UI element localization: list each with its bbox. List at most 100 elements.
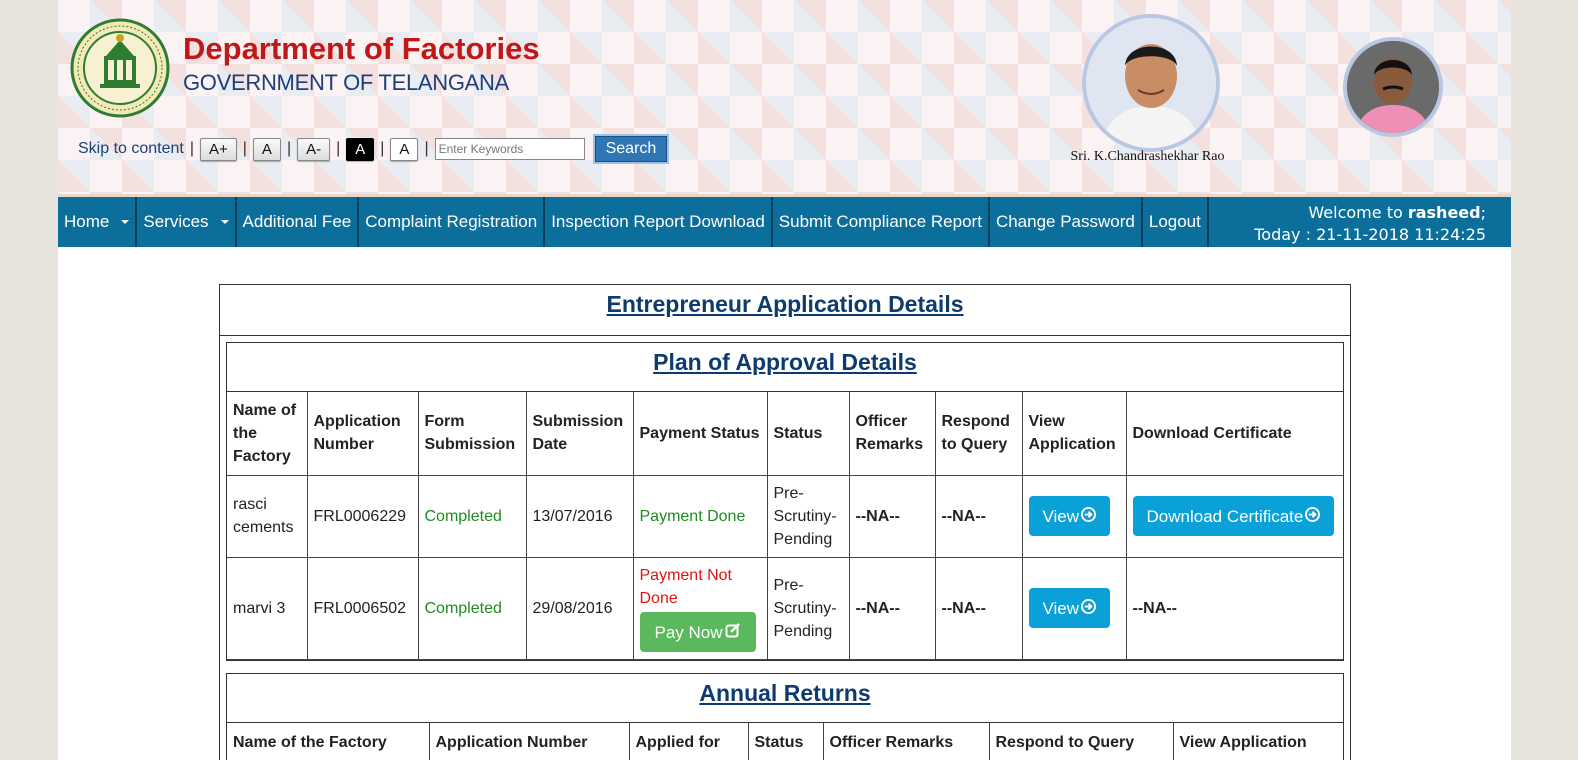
nav-logout[interactable]: Logout [1143, 197, 1209, 247]
nav-home[interactable]: Home [58, 197, 138, 247]
factory-name: marvi 3 [227, 556, 308, 660]
download-cell: Download Certificate [1125, 474, 1343, 558]
form-submission-status: Completed [417, 474, 527, 558]
font-increase-button[interactable]: A+ [200, 137, 237, 161]
separator: | [242, 140, 247, 157]
application-number: FRL0006502 [306, 556, 419, 660]
separator: | [380, 140, 385, 157]
table-row: rasci cements FRL0006229 Completed 13/07… [227, 474, 1343, 558]
nav-change-password[interactable]: Change Password [990, 197, 1143, 247]
nav-inspection-report-download[interactable]: Inspection Report Download [545, 197, 773, 247]
download-certificate-na: --NA-- [1125, 556, 1343, 660]
column-header: Submission Date [525, 392, 634, 476]
column-header: Respond to Query [988, 723, 1174, 760]
annual-returns-title: Annual Returns [227, 674, 1343, 723]
plan-of-approval-title: Plan of Approval Details [227, 343, 1343, 392]
form-submission-status: Completed [417, 556, 527, 660]
column-header: View Application [1021, 392, 1127, 476]
chevron-down-icon [121, 220, 130, 224]
payment-status: Payment Not Done [639, 567, 732, 607]
payment-status: Payment Done [632, 474, 768, 558]
site-header: Department of Factories GOVERNMENT OF TE… [58, 0, 1511, 197]
pay-now-label: Pay Now [654, 622, 723, 642]
nav-complaint-registration[interactable]: Complaint Registration [359, 197, 546, 247]
submission-date: 29/08/2016 [525, 556, 634, 660]
download-certificate-button[interactable]: Download Certificate [1132, 496, 1335, 536]
separator: | [286, 140, 292, 157]
column-header: View Application [1172, 723, 1343, 760]
column-header: Name of the Factory [227, 392, 308, 476]
view-application-button[interactable]: View [1028, 588, 1111, 628]
application-details-panel: Entrepreneur Application Details Plan of… [219, 284, 1351, 760]
annual-returns-section: Annual Returns Name of the Factory Appli… [226, 673, 1344, 760]
chevron-down-icon [220, 220, 229, 224]
payment-cell: Payment Not Done Pay Now [632, 556, 768, 660]
column-header: Application Number [428, 723, 630, 760]
respond-to-query: --NA-- [934, 474, 1023, 558]
plan-of-approval-section: Plan of Approval Details Name of the Fac… [226, 342, 1344, 661]
column-header: Payment Status [632, 392, 768, 476]
chief-minister-name: Sri. K.Chandrashekhar Rao [1070, 149, 1225, 164]
separator: | [336, 140, 341, 157]
plan-of-approval-title-text: Plan of Approval Details [653, 349, 917, 375]
today-datetime: Today : 21-11-2018 11:24:25 [1254, 225, 1486, 244]
factory-name: rasci cements [227, 474, 308, 558]
welcome-panel: Welcome to rasheed; Today : 21-11-2018 1… [1254, 202, 1486, 246]
circle-arrow-right-icon [1081, 597, 1097, 620]
skip-to-content-link[interactable]: Skip to content [78, 140, 184, 158]
font-reset-button[interactable]: A [252, 137, 281, 161]
page-title-text: Entrepreneur Application Details [606, 291, 964, 317]
nav-home-label: Home [64, 212, 110, 231]
font-decrease-button[interactable]: A- [297, 137, 331, 161]
normal-contrast-button[interactable]: A [390, 137, 419, 161]
minister-portrait [1343, 37, 1443, 137]
telangana-emblem-logo [70, 18, 170, 118]
nav-services-label: Services [143, 212, 209, 231]
search-button[interactable]: Search [594, 136, 668, 162]
application-number: FRL0006229 [306, 474, 419, 558]
nav-services[interactable]: Services [137, 197, 237, 247]
accessibility-bar: Skip to content | A+ | A | A- | A | A | … [78, 135, 668, 163]
page: Department of Factories GOVERNMENT OF TE… [58, 0, 1511, 760]
column-header: Officer Remarks [848, 392, 936, 476]
edit-icon [725, 621, 741, 644]
view-application-button[interactable]: View [1028, 496, 1111, 536]
page-title: Entrepreneur Application Details [220, 285, 1350, 336]
search-input[interactable] [434, 138, 585, 160]
column-header: Form Submission [417, 392, 527, 476]
view-cell: View [1021, 474, 1127, 558]
circle-arrow-right-icon [1305, 505, 1321, 528]
nav-submit-compliance-report[interactable]: Submit Compliance Report [773, 197, 990, 247]
main-navbar: Home Services Additional Fee Complaint R… [58, 197, 1511, 247]
download-button-label: Download Certificate [1146, 506, 1304, 526]
circle-arrow-right-icon [1081, 505, 1097, 528]
high-contrast-button[interactable]: A [346, 137, 375, 161]
welcome-suffix: ; [1480, 203, 1486, 222]
welcome-line: Welcome to rasheed; [1254, 202, 1486, 224]
column-header: Status [747, 723, 824, 760]
column-header: Status [766, 392, 850, 476]
annual-returns-title-text: Annual Returns [699, 680, 871, 706]
username: rasheed [1407, 203, 1481, 222]
view-button-label: View [1042, 598, 1080, 618]
plan-of-approval-table: Name of the Factory Application Number F… [227, 392, 1343, 660]
officer-remarks: --NA-- [848, 474, 936, 558]
column-header: Download Certificate [1125, 392, 1343, 476]
column-header: Officer Remarks [822, 723, 990, 760]
column-header: Respond to Query [934, 392, 1023, 476]
application-status: Pre-Scrutiny-Pending [766, 556, 850, 660]
column-header: Application Number [306, 392, 419, 476]
respond-to-query: --NA-- [934, 556, 1023, 660]
department-title: Department of Factories [183, 31, 540, 66]
officer-remarks: --NA-- [848, 556, 936, 660]
separator: | [189, 140, 194, 157]
table-header-row: Name of the Factory Application Number A… [227, 723, 1343, 760]
annual-returns-table: Name of the Factory Application Number A… [227, 723, 1343, 760]
column-header: Applied for [628, 723, 749, 760]
nav-additional-fee[interactable]: Additional Fee [237, 197, 360, 247]
table-header-row: Name of the Factory Application Number F… [227, 392, 1343, 476]
pay-now-button[interactable]: Pay Now [639, 612, 756, 652]
view-cell: View [1021, 556, 1127, 660]
submission-date: 13/07/2016 [525, 474, 634, 558]
column-header: Name of the Factory [227, 723, 430, 760]
